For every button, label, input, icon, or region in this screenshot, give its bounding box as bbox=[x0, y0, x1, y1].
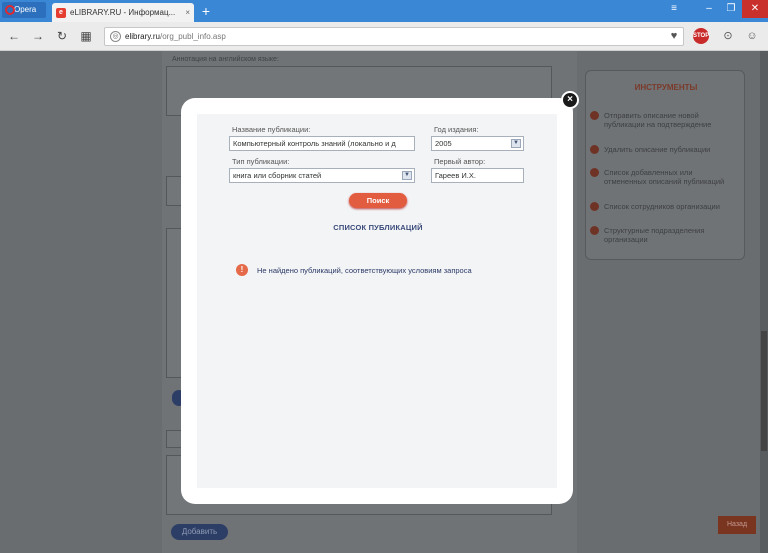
tools-item-units[interactable]: Структурные подразделения организации bbox=[590, 226, 734, 244]
speed-dial-icon[interactable]: ▦ bbox=[78, 28, 94, 44]
opera-logo-icon bbox=[5, 5, 15, 15]
publication-title-input[interactable]: Компьютерный контроль знаний (локально и… bbox=[229, 136, 415, 151]
bullet-icon bbox=[590, 111, 599, 120]
maximize-button[interactable]: ❐ bbox=[720, 0, 742, 18]
not-found-message: Не найдено публикаций, соответствующих у… bbox=[257, 266, 472, 275]
address-bar-row: ← → ↻ ▦ ◎ elibrary.ru/org_publ_info.asp … bbox=[0, 22, 768, 51]
search-publication-modal: Название публикации: Компьютерный контро… bbox=[181, 98, 573, 504]
browser-tab[interactable]: e eLIBRARY.RU - Информац... × bbox=[52, 3, 194, 22]
chevron-down-icon: ▼ bbox=[511, 139, 521, 148]
elibrary-favicon-icon: e bbox=[56, 8, 66, 18]
publication-type-label: Тип публикации: bbox=[232, 157, 290, 166]
reload-icon[interactable]: ↻ bbox=[54, 28, 70, 44]
annotation-label: Аннотация на английском языке: bbox=[172, 56, 279, 63]
browser-titlebar: Opera e eLIBRARY.RU - Информац... × + ≡ … bbox=[0, 0, 768, 22]
warning-icon: ! bbox=[236, 264, 248, 276]
opera-menu-button[interactable]: Opera bbox=[2, 2, 46, 18]
modal-close-icon[interactable]: × bbox=[561, 91, 579, 109]
url-host: elibrary.ru bbox=[125, 32, 160, 41]
publication-type-select[interactable]: книга или сборник статей ▼ bbox=[229, 168, 415, 183]
tools-panel: ИНСТРУМЕНТЫ Отправить описание новой пуб… bbox=[585, 70, 745, 260]
tab-close-icon[interactable]: × bbox=[185, 3, 190, 22]
url-path: /org_publ_info.asp bbox=[159, 32, 226, 41]
tools-item-send[interactable]: Отправить описание новой публикации на п… bbox=[590, 111, 734, 129]
globe-icon: ◎ bbox=[110, 31, 121, 42]
tools-item-delete[interactable]: Удалить описание публикации bbox=[590, 145, 734, 154]
opera-menu-label: Opera bbox=[14, 5, 37, 14]
window-close-button[interactable]: ✕ bbox=[742, 0, 768, 18]
year-value: 2005 bbox=[435, 139, 452, 148]
bookmark-heart-icon[interactable]: ♥ bbox=[666, 28, 682, 44]
publication-list-link[interactable]: СПИСОК ПУБЛИКАЦИЙ bbox=[181, 223, 575, 232]
publication-title-label: Название публикации: bbox=[232, 125, 311, 134]
bullet-icon bbox=[590, 168, 599, 177]
chevron-down-icon: ▼ bbox=[402, 171, 412, 180]
minimize-button[interactable]: – bbox=[698, 0, 720, 18]
bullet-icon bbox=[590, 145, 599, 154]
year-select[interactable]: 2005 ▼ bbox=[431, 136, 524, 151]
bullet-icon bbox=[590, 202, 599, 211]
tools-item-staff[interactable]: Список сотрудников организации bbox=[590, 202, 734, 211]
back-button[interactable]: Назад bbox=[718, 516, 756, 534]
adblock-icon[interactable]: STOP bbox=[693, 28, 709, 44]
first-author-label: Первый автор: bbox=[434, 157, 486, 166]
year-label: Год издания: bbox=[434, 125, 479, 134]
tools-item-list[interactable]: Список добавленных или отмененных описан… bbox=[590, 168, 734, 186]
new-tab-button[interactable]: + bbox=[198, 2, 214, 20]
page-scrollbar[interactable] bbox=[760, 51, 768, 553]
forward-arrow-icon[interactable]: → bbox=[30, 28, 46, 44]
scrollbar-thumb[interactable] bbox=[761, 331, 767, 451]
tab-title: eLIBRARY.RU - Информац... bbox=[70, 8, 176, 17]
add-button[interactable]: Добавить bbox=[171, 524, 228, 540]
tab-menu-icon[interactable]: ≡ bbox=[664, 0, 684, 18]
tools-title: ИНСТРУМЕНТЫ bbox=[634, 83, 698, 92]
url-field[interactable]: ◎ elibrary.ru/org_publ_info.asp bbox=[104, 27, 684, 46]
publication-type-value: книга или сборник статей bbox=[233, 171, 322, 180]
back-arrow-icon[interactable]: ← bbox=[6, 28, 22, 44]
search-button[interactable]: Поиск bbox=[349, 193, 407, 208]
bullet-icon bbox=[590, 226, 599, 235]
account-icon[interactable]: ☺ bbox=[744, 28, 760, 44]
downloads-icon[interactable]: ⊙ bbox=[720, 28, 736, 44]
first-author-input[interactable]: Гареев И.Х. bbox=[431, 168, 524, 183]
